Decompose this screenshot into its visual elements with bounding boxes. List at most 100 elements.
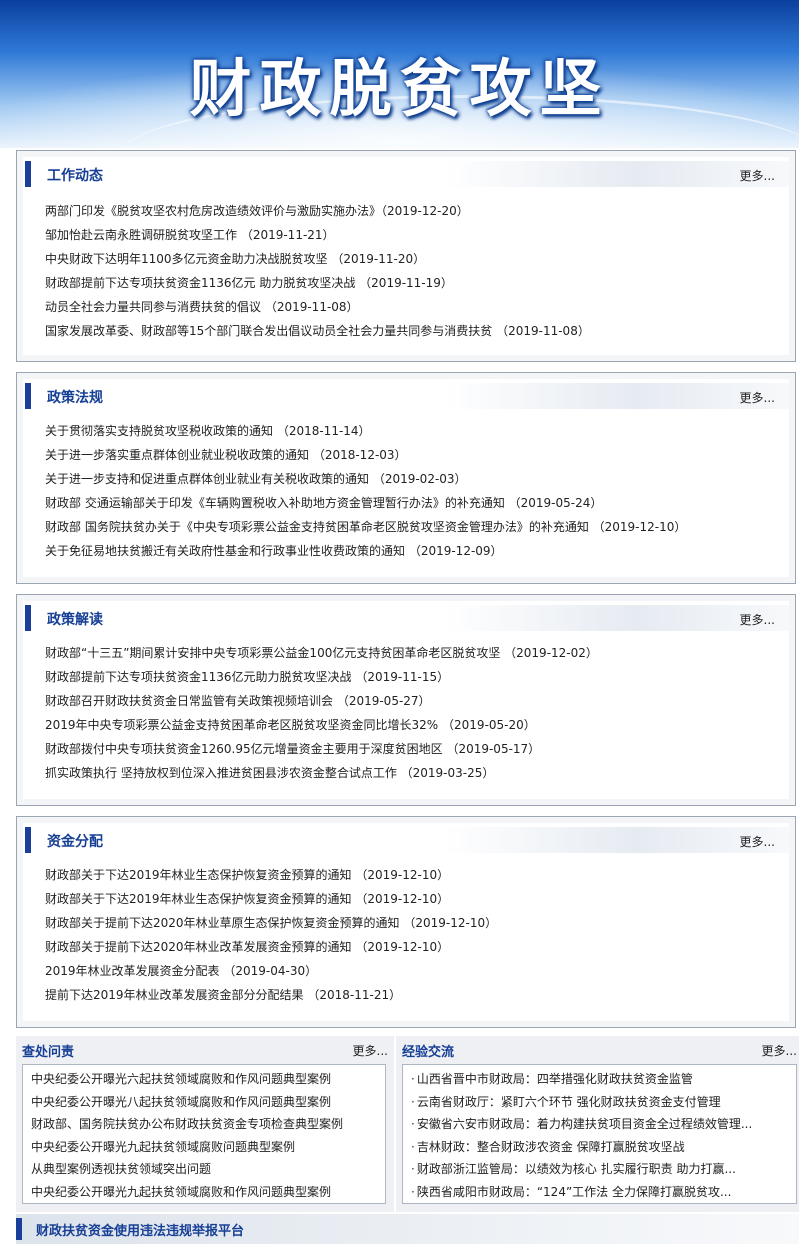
list-item-link[interactable]: 吉林财政：整合财政涉农资金 保障打赢脱贫攻坚战 [417,1140,685,1154]
list-item[interactable]: 2019年林业改革发展资金分配表 （2019-04-30） [45,959,779,983]
list-item-link[interactable]: 安徽省六安市财政局：着力构建扶贫项目资金全过程绩效管理... [417,1117,752,1131]
list-item-link[interactable]: 中央纪委公开曝光九起扶贫领域腐败和作风问题典型案例 [31,1185,331,1199]
list-item[interactable]: 中央财政下达明年1100多亿元资金助力决战脱贫攻坚 （2019-11-20） [45,247,779,271]
section-header-bar [25,827,31,853]
list-item[interactable]: 财政部关于提前下达2020年林业改革发展资金预算的通知 （2019-12-10） [45,935,779,959]
list-item-link[interactable]: 抓实政策执行 坚持放权到位深入推进贫困县涉农资金整合试点工作 （2019-03-… [45,766,494,780]
list-item-link[interactable]: 山西省晋中市财政局：四举措强化财政扶贫资金监管 [417,1072,693,1086]
list-item-link[interactable]: 财政部、国务院扶贫办公布财政扶贫资金专项检查典型案例 [31,1117,343,1131]
banner-title: 财政脱贫攻坚 [189,52,610,125]
panel-title: 经验交流 [402,1045,455,1060]
list-item[interactable]: 吉林财政：整合财政涉农资金 保障打赢脱贫攻坚战 [411,1136,792,1159]
list-item[interactable]: 关于进一步落实重点群体创业就业税收政策的通知 （2018-12-03） [45,443,779,467]
list-item-link[interactable]: 动员全社会力量共同参与消费扶贫的倡议 （2019-11-08） [45,300,359,314]
list-item-link[interactable]: 财政部“十三五”期间累计安排中央专项彩票公益金100亿元支持贫困革命老区脱贫攻坚… [45,646,598,660]
list-item-link[interactable]: 财政部浙江监管局：以绩效为核心 扎实履行职责 助力打赢... [417,1162,736,1176]
list-item[interactable]: 关于免征易地扶贫搬迁有关政府性基金和行政事业性收费政策的通知 （2019-12-… [45,539,779,563]
report-platform-banner[interactable]: 财政扶贫资金使用违法违规举报平台 [16,1214,799,1244]
panel-header: 经验交流 更多... [396,1036,799,1062]
list-item[interactable]: 关于贯彻落实支持脱贫攻坚税收政策的通知 （2018-11-14） [45,419,779,443]
list-item[interactable]: 提前下达2019年林业改革发展资金部分分配结果 （2018-11-21） [45,983,779,1007]
list-item-link[interactable]: 关于贯彻落实支持脱贫攻坚税收政策的通知 （2018-11-14） [45,424,371,438]
list-item-link[interactable]: 提前下达2019年林业改革发展资金部分分配结果 （2018-11-21） [45,988,401,1002]
report-platform-link[interactable]: 财政扶贫资金使用违法违规举报平台 [36,1220,244,1239]
list-item[interactable]: 财政部浙江监管局：以绩效为核心 扎实履行职责 助力打赢... [411,1158,792,1181]
list-item-link[interactable]: 中央财政下达明年1100多亿元资金助力决战脱贫攻坚 （2019-11-20） [45,252,425,266]
list-item-link[interactable]: 云南省财政厅：紧盯六个环节 强化财政扶贫资金支付管理 [417,1095,721,1109]
list-item-link[interactable]: 国家发展改革委、财政部等15个部门联合发出倡议动员全社会力量共同参与消费扶贫 （… [45,324,590,338]
list-item[interactable]: 财政部、国务院扶贫办公布财政扶贫资金专项检查典型案例 [31,1113,381,1136]
list-item[interactable]: 中央纪委公开曝光六起扶贫领域腐败和作风问题典型案例 [31,1068,381,1091]
list-item-link[interactable]: 财政部提前下达专项扶贫资金1136亿元助力脱贫攻坚决战 （2019-11-15） [45,670,449,684]
list-item[interactable]: 财政部提前下达专项扶贫资金1136亿元 助力脱贫攻坚决战 （2019-11-19… [45,271,779,295]
list-item[interactable]: 财政部关于下达2019年林业生态保护恢复资金预算的通知 （2019-12-10） [45,863,779,887]
list-item[interactable]: 抓实政策执行 坚持放权到位深入推进贫困县涉农资金整合试点工作 （2019-03-… [45,761,779,785]
list-item[interactable]: 财政部召开财政扶贫资金日常监管有关政策视频培训会 （2019-05-27） [45,689,779,713]
list-item[interactable]: 国家发展改革委、财政部等15个部门联合发出倡议动员全社会力量共同参与消费扶贫 （… [45,319,779,343]
list-item[interactable]: 中央纪委公开曝光八起扶贫领域腐败和作风问题典型案例 [31,1091,381,1114]
news-list: 财政部关于下达2019年林业生态保护恢复资金预算的通知 （2019-12-10）… [45,863,779,1007]
list-item-link[interactable]: 财政部拨付中央专项扶贫资金1260.95亿元增量资金主要用于深度贫困地区 （20… [45,742,540,756]
list-item-link[interactable]: 从典型案例透视扶贫领域突出问题 [31,1162,211,1176]
list-item-link[interactable]: 中央纪委公开曝光九起扶贫领域腐败问题典型案例 [31,1140,295,1154]
list-item[interactable]: 财政部 交通运输部关于印发《车辆购置税收入补助地方资金管理暂行办法》的补充通知 … [45,491,779,515]
list-item[interactable]: 中央纪委公开曝光九起扶贫领域腐败和作风问题典型案例 [31,1181,381,1204]
list-item[interactable]: 云南省财政厅：紧盯六个环节 强化财政扶贫资金支付管理 [411,1091,792,1114]
list-item-link[interactable]: 中央纪委公开曝光八起扶贫领域腐败和作风问题典型案例 [31,1095,331,1109]
section-header: 政策法规 更多... [25,383,789,409]
list-item[interactable]: 两部门印发《脱贫攻坚农村危房改造绩效评价与激励实施办法》（2019-12-20） [45,199,779,223]
section-header-bar [25,383,31,409]
panel-list: 中央纪委公开曝光六起扶贫领域腐败和作风问题典型案例 中央纪委公开曝光八起扶贫领域… [31,1068,381,1204]
list-item[interactable]: 财政部“十三五”期间累计安排中央专项彩票公益金100亿元支持贫困革命老区脱贫攻坚… [45,641,779,665]
panel-title: 查处问责 [22,1045,75,1060]
list-item[interactable]: 财政部提前下达专项扶贫资金1136亿元助力脱贫攻坚决战 （2019-11-15） [45,665,779,689]
list-item-link[interactable]: 财政部关于下达2019年林业生态保护恢复资金预算的通知 （2019-12-10） [45,892,449,906]
list-item-link[interactable]: 财政部关于下达2019年林业生态保护恢复资金预算的通知 （2019-12-10） [45,868,449,882]
more-link[interactable]: 更多... [740,833,775,850]
section-header-bar [25,605,31,631]
list-item-link[interactable]: 财政部关于提前下达2020年林业改革发展资金预算的通知 （2019-12-10） [45,940,449,954]
list-item[interactable]: 邹加怡赴云南永胜调研脱贫攻坚工作 （2019-11-21） [45,223,779,247]
list-item[interactable]: 中央纪委公开曝光九起扶贫领域腐败问题典型案例 [31,1136,381,1159]
list-item[interactable]: 财政部关于提前下达2020年林业草原生态保护恢复资金预算的通知 （2019-12… [45,911,779,935]
list-item[interactable]: 山西省晋中市财政局：四举措强化财政扶贫资金监管 [411,1068,792,1091]
list-item[interactable]: 2019年中央专项彩票公益金支持贫困革命老区脱贫攻坚资金同比增长32% （201… [45,713,779,737]
list-item-link[interactable]: 中央纪委公开曝光六起扶贫领域腐败和作风问题典型案例 [31,1072,331,1086]
more-link[interactable]: 更多... [740,167,775,184]
more-link[interactable]: 更多... [740,611,775,628]
list-item-link[interactable]: 财政部 交通运输部关于印发《车辆购置税收入补助地方资金管理暂行办法》的补充通知 … [45,496,602,510]
section-header: 工作动态 更多... [25,161,789,187]
list-item-link[interactable]: 财政部提前下达专项扶贫资金1136亿元 助力脱贫攻坚决战 （2019-11-19… [45,276,453,290]
panel-experience-exchange: 经验交流 更多... 山西省晋中市财政局：四举措强化财政扶贫资金监管 云南省财政… [396,1036,799,1212]
list-item-link[interactable]: 财政部 国务院扶贫办关于《中央专项彩票公益金支持贫困革命老区脱贫攻坚资金管理办法… [45,520,686,534]
list-item-link[interactable]: 关于进一步落实重点群体创业就业税收政策的通知 （2018-12-03） [45,448,407,462]
list-item[interactable]: 动员全社会力量共同参与消费扶贫的倡议 （2019-11-08） [45,295,779,319]
more-link[interactable]: 更多... [740,389,775,406]
list-item[interactable]: 陕西省咸阳市财政局：“124”工作法 全力保障打赢脱贫攻... [411,1181,792,1204]
list-item-link[interactable]: 2019年林业改革发展资金分配表 （2019-04-30） [45,964,317,978]
list-item[interactable]: 财政部拨付中央专项扶贫资金1260.95亿元增量资金主要用于深度贫困地区 （20… [45,737,779,761]
footer-bar [16,1218,22,1240]
list-item[interactable]: 安徽省六安市财政局：着力构建扶贫项目资金全过程绩效管理... [411,1113,792,1136]
section-policy-regulations: 政策法规 更多... 关于贯彻落实支持脱贫攻坚税收政策的通知 （2018-11-… [16,372,796,584]
more-link[interactable]: 更多... [762,1042,797,1059]
list-item-link[interactable]: 财政部关于提前下达2020年林业草原生态保护恢复资金预算的通知 （2019-12… [45,916,497,930]
section-header: 资金分配 更多... [25,827,789,853]
list-item-link[interactable]: 陕西省咸阳市财政局：“124”工作法 全力保障打赢脱贫攻... [417,1185,732,1199]
list-item-link[interactable]: 两部门印发《脱贫攻坚农村危房改造绩效评价与激励实施办法》（2019-12-20） [45,204,469,218]
more-link[interactable]: 更多... [353,1042,388,1059]
news-list: 两部门印发《脱贫攻坚农村危房改造绩效评价与激励实施办法》（2019-12-20）… [45,199,779,343]
section-title: 资金分配 [47,834,103,850]
list-item-link[interactable]: 关于免征易地扶贫搬迁有关政府性基金和行政事业性收费政策的通知 （2019-12-… [45,544,503,558]
list-item-link[interactable]: 2019年中央专项彩票公益金支持贫困革命老区脱贫攻坚资金同比增长32% （201… [45,718,536,732]
list-item[interactable]: 从典型案例透视扶贫领域突出问题 [31,1158,381,1181]
list-item-link[interactable]: 财政部召开财政扶贫资金日常监管有关政策视频培训会 （2019-05-27） [45,694,431,708]
section-policy-interpretation: 政策解读 更多... 财政部“十三五”期间累计安排中央专项彩票公益金100亿元支… [16,594,796,806]
list-item[interactable]: 财政部 国务院扶贫办关于《中央专项彩票公益金支持贫困革命老区脱贫攻坚资金管理办法… [45,515,779,539]
list-item[interactable]: 财政部关于下达2019年林业生态保护恢复资金预算的通知 （2019-12-10） [45,887,779,911]
list-item-link[interactable]: 邹加怡赴云南永胜调研脱贫攻坚工作 （2019-11-21） [45,228,335,242]
panel-investigation: 查处问责 更多... 中央纪委公开曝光六起扶贫领域腐败和作风问题典型案例 中央纪… [16,1036,394,1212]
panel-list-box: 山西省晋中市财政局：四举措强化财政扶贫资金监管 云南省财政厅：紧盯六个环节 强化… [402,1064,797,1204]
list-item-link[interactable]: 关于进一步支持和促进重点群体创业就业有关税收政策的通知 （2019-02-03） [45,472,467,486]
list-item[interactable]: 关于进一步支持和促进重点群体创业就业有关税收政策的通知 （2019-02-03） [45,467,779,491]
